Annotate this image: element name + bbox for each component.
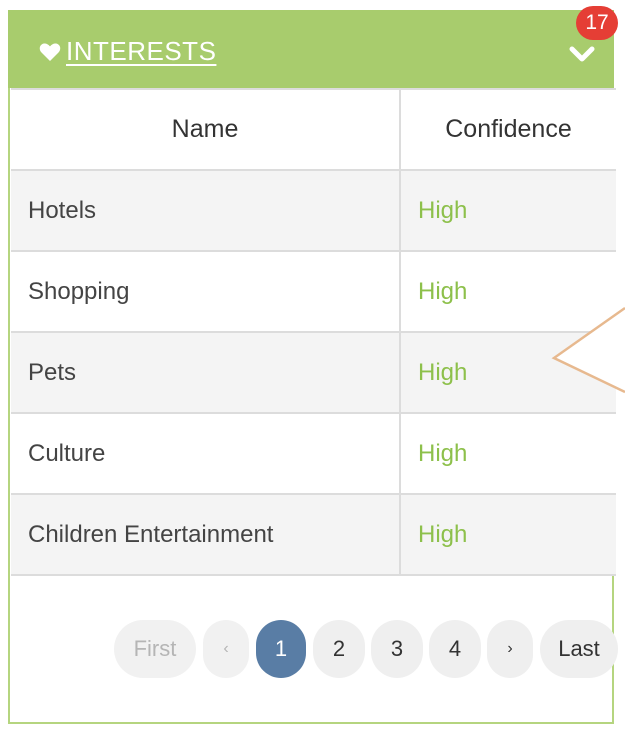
confidence-cell: High <box>399 250 616 333</box>
previous-page-button[interactable]: ‹ <box>203 620 249 678</box>
table-row: Hotels High <box>11 169 616 252</box>
table-row: Children Entertainment High <box>11 493 616 576</box>
confidence-cell: High <box>399 331 616 414</box>
chevron-down-icon[interactable] <box>569 45 595 65</box>
column-header-confidence: Confidence <box>399 88 616 171</box>
first-page-button[interactable]: First <box>114 620 196 678</box>
last-page-button[interactable]: Last <box>540 620 618 678</box>
confidence-cell: High <box>399 493 616 576</box>
table-row: Shopping High <box>11 250 616 333</box>
confidence-cell: High <box>399 169 616 252</box>
table-row: Culture High <box>11 412 616 495</box>
panel-header: INTERESTS <box>8 10 614 88</box>
page-1-button[interactable]: 1 <box>256 620 306 678</box>
pagination: First ‹ 1 2 3 4 › Last <box>0 620 625 680</box>
column-header-name: Name <box>11 88 400 171</box>
interest-name-cell: Children Entertainment <box>11 493 400 576</box>
interest-name-cell: Culture <box>11 412 400 495</box>
panel-title-link[interactable]: INTERESTS <box>38 36 216 67</box>
page-3-button[interactable]: 3 <box>371 620 423 678</box>
heart-icon <box>39 43 61 61</box>
count-badge: 17 <box>576 6 618 40</box>
page-2-button[interactable]: 2 <box>313 620 365 678</box>
panel-title: INTERESTS <box>66 36 217 66</box>
confidence-cell: High <box>399 412 616 495</box>
interest-name-cell: Pets <box>11 331 400 414</box>
table-header-row: Name Confidence <box>11 88 616 171</box>
table-row: Pets High <box>11 331 616 414</box>
page-4-button[interactable]: 4 <box>429 620 481 678</box>
interest-name-cell: Hotels <box>11 169 400 252</box>
interest-name-cell: Shopping <box>11 250 400 333</box>
interests-table: Name Confidence Hotels High Shopping Hig… <box>11 88 616 576</box>
next-page-button[interactable]: › <box>487 620 533 678</box>
